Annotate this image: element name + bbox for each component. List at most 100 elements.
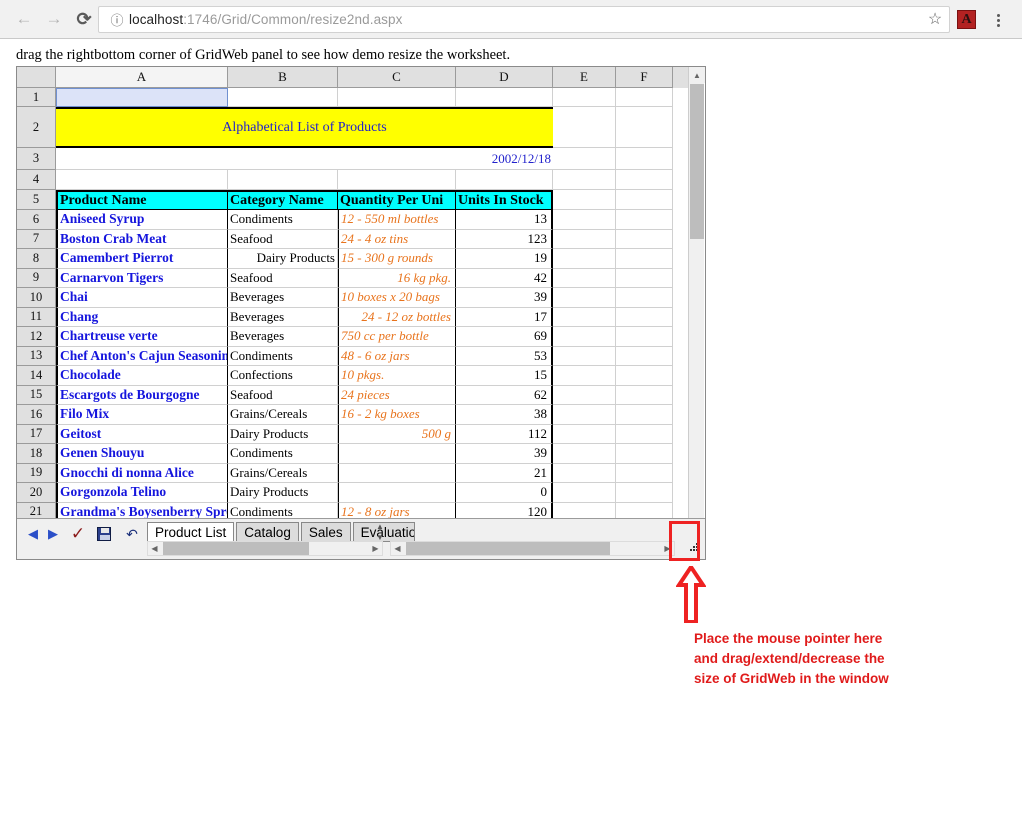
cell-quantity-per-unit[interactable]	[338, 444, 456, 464]
cell-quantity-per-unit[interactable]: 24 - 12 oz bottles	[338, 307, 456, 327]
table-header-units-in-stock[interactable]: Units In Stock	[456, 190, 553, 210]
cell-quantity-per-unit[interactable]	[338, 463, 456, 483]
cell-f[interactable]	[616, 249, 673, 269]
cell-date-merged[interactable]: 2002/12/18	[56, 148, 553, 170]
cell-product-name[interactable]: Chocolade	[56, 366, 228, 386]
cell-b4[interactable]	[228, 170, 338, 190]
cell-e4[interactable]	[553, 170, 616, 190]
hscroll-right-thumb[interactable]	[406, 542, 610, 555]
cell-a4[interactable]	[56, 170, 228, 190]
grid-body[interactable]: 1 2 Alphabetical List of Products 3 2002…	[17, 88, 689, 538]
scroll-up-icon[interactable]: ▲	[689, 67, 705, 83]
cell-category-name[interactable]: Beverages	[228, 307, 338, 327]
cell-f[interactable]	[616, 444, 673, 464]
back-icon[interactable]: ←	[12, 7, 36, 31]
row-header-3[interactable]: 3	[17, 148, 56, 170]
cell-quantity-per-unit[interactable]: 12 - 550 ml bottles	[338, 210, 456, 230]
floppy-disk-icon[interactable]	[93, 522, 115, 546]
column-header-a[interactable]: A	[56, 67, 228, 88]
cell-f3[interactable]	[616, 148, 673, 170]
three-dot-menu-icon[interactable]	[988, 8, 1008, 32]
cell-title-merged[interactable]: Alphabetical List of Products	[56, 107, 553, 148]
cell-d4[interactable]	[456, 170, 553, 190]
cell-f[interactable]	[616, 288, 673, 308]
row-header-16[interactable]: 16	[17, 405, 56, 425]
cell-product-name[interactable]: Camembert Pierrot	[56, 249, 228, 269]
cell-product-name[interactable]: Chai	[56, 288, 228, 308]
cell-quantity-per-unit[interactable]: 16 kg pkg.	[338, 268, 456, 288]
cell-f2[interactable]	[616, 107, 673, 148]
cell-category-name[interactable]: Grains/Cereals	[228, 405, 338, 425]
hscroll-right-track[interactable]	[404, 542, 661, 555]
checkmark-icon[interactable]: ✓	[67, 522, 89, 546]
cell-e[interactable]	[553, 483, 616, 503]
hscroll-left-thumb[interactable]	[163, 542, 309, 555]
cell-units-in-stock[interactable]: 0	[456, 483, 553, 503]
cell-e3[interactable]	[553, 148, 616, 170]
row-header-19[interactable]: 19	[17, 463, 56, 483]
row-header-7[interactable]: 7	[17, 229, 56, 249]
cell-units-in-stock[interactable]: 62	[456, 385, 553, 405]
column-header-d[interactable]: D	[456, 67, 553, 88]
cell-category-name[interactable]: Seafood	[228, 385, 338, 405]
table-header-product-name[interactable]: Product Name	[56, 190, 228, 210]
row-header-12[interactable]: 12	[17, 327, 56, 347]
cell-e[interactable]	[553, 385, 616, 405]
undo-arrow-icon[interactable]: ↶	[121, 522, 143, 546]
spinner-up-icon[interactable]: ▲	[376, 522, 384, 531]
cell-f[interactable]	[616, 483, 673, 503]
cell-f[interactable]	[616, 268, 673, 288]
cell-units-in-stock[interactable]: 39	[456, 444, 553, 464]
cell-category-name[interactable]: Dairy Products	[228, 424, 338, 444]
table-header-category-name[interactable]: Category Name	[228, 190, 338, 210]
cell-f[interactable]	[616, 346, 673, 366]
row-header-2[interactable]: 2	[17, 107, 56, 148]
row-header-11[interactable]: 11	[17, 307, 56, 327]
cell-e[interactable]	[553, 268, 616, 288]
cell-product-name[interactable]: Chartreuse verte	[56, 327, 228, 347]
address-bar[interactable]: ⓘ localhost:1746/Grid/Common/resize2nd.a…	[98, 6, 950, 33]
sheet-tab-catalog[interactable]: Catalog	[236, 522, 299, 542]
cell-f[interactable]	[616, 385, 673, 405]
column-header-c[interactable]: C	[338, 67, 456, 88]
cell-quantity-per-unit[interactable]: 10 boxes x 20 bags	[338, 288, 456, 308]
hscroll-left-arrow-icon[interactable]: ◀	[148, 544, 161, 553]
cell-category-name[interactable]: Confections	[228, 366, 338, 386]
cell-category-name[interactable]: Beverages	[228, 288, 338, 308]
cell-category-name[interactable]: Dairy Products	[228, 483, 338, 503]
cell-quantity-per-unit[interactable]: 48 - 6 oz jars	[338, 346, 456, 366]
row-header-10[interactable]: 10	[17, 288, 56, 308]
cell-quantity-per-unit[interactable]	[338, 483, 456, 503]
cell-c1[interactable]	[338, 88, 456, 107]
pdf-extension-icon[interactable]: A	[957, 10, 976, 29]
cell-units-in-stock[interactable]: 13	[456, 210, 553, 230]
vertical-scrollbar[interactable]: ▲ ▼	[688, 67, 705, 538]
cell-units-in-stock[interactable]: 19	[456, 249, 553, 269]
cell-e[interactable]	[553, 307, 616, 327]
cell-category-name[interactable]: Seafood	[228, 268, 338, 288]
cell-category-name[interactable]: Condiments	[228, 210, 338, 230]
cell-f1[interactable]	[616, 88, 673, 107]
sheet-tab-spinner[interactable]: ▲ ▼	[374, 522, 386, 542]
row-header-6[interactable]: 6	[17, 210, 56, 230]
cell-e1[interactable]	[553, 88, 616, 107]
cell-units-in-stock[interactable]: 53	[456, 346, 553, 366]
cell-f[interactable]	[616, 405, 673, 425]
cell-e[interactable]	[553, 288, 616, 308]
reload-icon[interactable]: ⟳	[72, 7, 96, 31]
cell-category-name[interactable]: Dairy Products	[228, 249, 338, 269]
cell-f4[interactable]	[616, 170, 673, 190]
cell-units-in-stock[interactable]: 17	[456, 307, 553, 327]
cell-units-in-stock[interactable]: 42	[456, 268, 553, 288]
cell-product-name[interactable]: Chef Anton's Cajun Seasoning	[56, 346, 228, 366]
hscroll-left-track[interactable]	[161, 542, 369, 555]
column-header-e[interactable]: E	[553, 67, 616, 88]
cell-f[interactable]	[616, 327, 673, 347]
cell-category-name[interactable]: Condiments	[228, 346, 338, 366]
cell-e[interactable]	[553, 229, 616, 249]
row-header-4[interactable]: 4	[17, 170, 56, 190]
cell-product-name[interactable]: Genen Shouyu	[56, 444, 228, 464]
select-all-corner[interactable]	[17, 67, 56, 88]
cell-product-name[interactable]: Carnarvon Tigers	[56, 268, 228, 288]
forward-icon[interactable]: →	[42, 7, 66, 31]
